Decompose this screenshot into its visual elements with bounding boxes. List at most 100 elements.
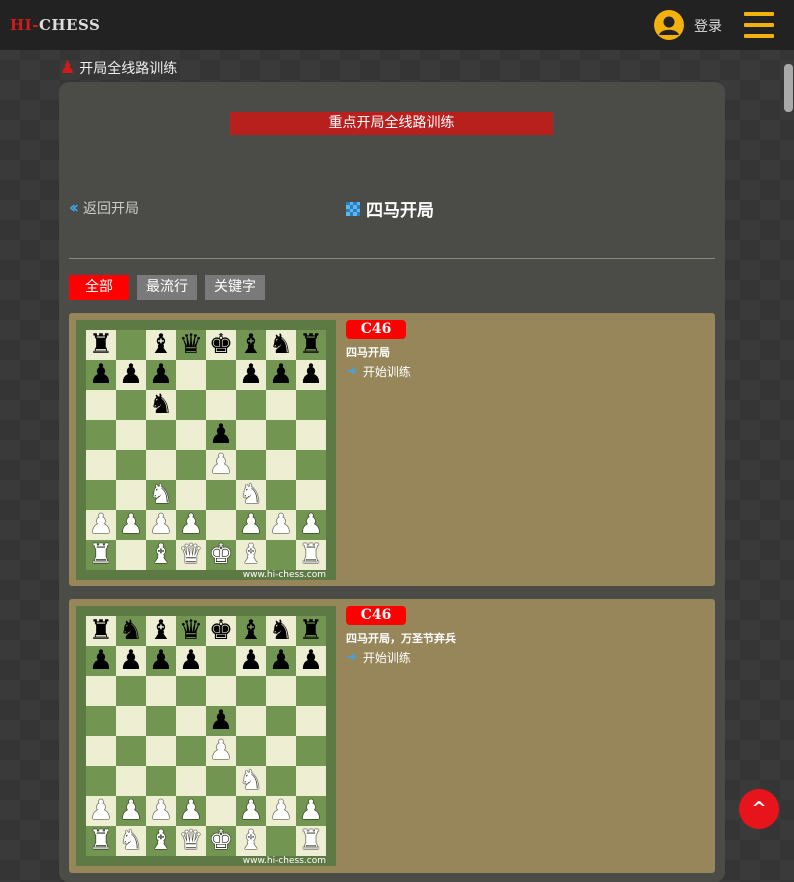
white-king-icon[interactable]: ♚ bbox=[209, 826, 233, 856]
white-knight-icon[interactable]: ♞ bbox=[239, 766, 263, 796]
board-square[interactable] bbox=[146, 676, 176, 706]
board-square[interactable] bbox=[176, 390, 206, 420]
white-pawn-icon[interactable]: ♟ bbox=[89, 510, 113, 540]
black-rook-icon[interactable]: ♜ bbox=[89, 330, 113, 360]
board-square[interactable] bbox=[116, 766, 146, 796]
board-square[interactable] bbox=[146, 736, 176, 766]
board-square[interactable]: ♟ bbox=[236, 360, 266, 390]
board-square[interactable]: ♟ bbox=[236, 646, 266, 676]
board-square[interactable]: ♜ bbox=[296, 616, 326, 646]
white-bishop-icon[interactable]: ♝ bbox=[149, 540, 173, 570]
board-square[interactable]: ♟ bbox=[146, 510, 176, 540]
black-pawn-icon[interactable]: ♟ bbox=[299, 360, 323, 390]
white-bishop-icon[interactable]: ♝ bbox=[149, 826, 173, 856]
white-queen-icon[interactable]: ♛ bbox=[179, 826, 203, 856]
board-square[interactable] bbox=[266, 390, 296, 420]
board-square[interactable]: ♟ bbox=[116, 360, 146, 390]
board-square[interactable]: ♟ bbox=[146, 646, 176, 676]
black-queen-icon[interactable]: ♛ bbox=[179, 616, 203, 646]
black-knight-icon[interactable]: ♞ bbox=[119, 616, 143, 646]
board-square[interactable] bbox=[176, 676, 206, 706]
board-square[interactable] bbox=[206, 646, 236, 676]
board-square[interactable]: ♞ bbox=[116, 616, 146, 646]
black-rook-icon[interactable]: ♜ bbox=[89, 616, 113, 646]
filter-tab-popular[interactable]: 最流行 bbox=[137, 275, 197, 300]
black-knight-icon[interactable]: ♞ bbox=[149, 390, 173, 420]
black-queen-icon[interactable]: ♛ bbox=[179, 330, 203, 360]
black-bishop-icon[interactable]: ♝ bbox=[149, 330, 173, 360]
board-square[interactable] bbox=[116, 540, 146, 570]
board-square[interactable] bbox=[296, 390, 326, 420]
black-bishop-icon[interactable]: ♝ bbox=[239, 330, 263, 360]
black-rook-icon[interactable]: ♜ bbox=[299, 330, 323, 360]
board-square[interactable] bbox=[176, 420, 206, 450]
board-square[interactable]: ♟ bbox=[116, 510, 146, 540]
board-square[interactable]: ♞ bbox=[146, 390, 176, 420]
white-pawn-icon[interactable]: ♟ bbox=[179, 796, 203, 826]
board-square[interactable]: ♜ bbox=[296, 330, 326, 360]
board-square[interactable]: ♟ bbox=[176, 796, 206, 826]
board-square[interactable]: ♟ bbox=[206, 450, 236, 480]
board-square[interactable] bbox=[146, 766, 176, 796]
board-square[interactable] bbox=[116, 480, 146, 510]
filter-tab-all[interactable]: 全部 bbox=[69, 275, 129, 300]
board-square[interactable]: ♟ bbox=[176, 510, 206, 540]
black-king-icon[interactable]: ♚ bbox=[209, 330, 233, 360]
board-square[interactable]: ♞ bbox=[236, 480, 266, 510]
board-square[interactable] bbox=[86, 390, 116, 420]
board-square[interactable]: ♝ bbox=[236, 616, 266, 646]
board-square[interactable]: ♟ bbox=[296, 796, 326, 826]
board-square[interactable] bbox=[206, 390, 236, 420]
board-square[interactable]: ♟ bbox=[116, 646, 146, 676]
start-training-link[interactable]: ➜ 开始训练 bbox=[346, 363, 411, 380]
board-square[interactable]: ♜ bbox=[296, 540, 326, 570]
board-square[interactable] bbox=[296, 736, 326, 766]
board-square[interactable]: ♜ bbox=[86, 616, 116, 646]
white-pawn-icon[interactable]: ♟ bbox=[239, 510, 263, 540]
board-square[interactable] bbox=[86, 676, 116, 706]
back-to-openings-link[interactable]: ‹‹ 返回开局 bbox=[69, 198, 139, 218]
board-square[interactable] bbox=[296, 676, 326, 706]
board-square[interactable] bbox=[266, 420, 296, 450]
board-square[interactable]: ♟ bbox=[206, 420, 236, 450]
black-pawn-icon[interactable]: ♟ bbox=[209, 706, 233, 736]
board-square[interactable]: ♚ bbox=[206, 330, 236, 360]
white-knight-icon[interactable]: ♞ bbox=[149, 480, 173, 510]
board-square[interactable] bbox=[266, 826, 296, 856]
board-square[interactable]: ♟ bbox=[206, 706, 236, 736]
board-square[interactable] bbox=[296, 420, 326, 450]
board-square[interactable] bbox=[116, 390, 146, 420]
white-knight-icon[interactable]: ♞ bbox=[119, 826, 143, 856]
black-bishop-icon[interactable]: ♝ bbox=[239, 616, 263, 646]
board-square[interactable] bbox=[296, 766, 326, 796]
white-pawn-icon[interactable]: ♟ bbox=[179, 510, 203, 540]
training-banner-button[interactable]: 重点开局全线路训练 bbox=[230, 112, 553, 135]
board-square[interactable]: ♟ bbox=[266, 796, 296, 826]
white-rook-icon[interactable]: ♜ bbox=[89, 826, 113, 856]
board-square[interactable] bbox=[266, 676, 296, 706]
board-square[interactable] bbox=[206, 676, 236, 706]
board-square[interactable] bbox=[146, 706, 176, 736]
black-pawn-icon[interactable]: ♟ bbox=[119, 646, 143, 676]
black-pawn-icon[interactable]: ♟ bbox=[209, 420, 233, 450]
board-square[interactable]: ♛ bbox=[176, 540, 206, 570]
board-square[interactable]: ♟ bbox=[206, 736, 236, 766]
board-square[interactable]: ♟ bbox=[176, 646, 206, 676]
board-square[interactable] bbox=[266, 706, 296, 736]
board-square[interactable] bbox=[176, 450, 206, 480]
board-square[interactable]: ♝ bbox=[146, 616, 176, 646]
board-square[interactable]: ♟ bbox=[296, 510, 326, 540]
white-bishop-icon[interactable]: ♝ bbox=[239, 540, 263, 570]
board-square[interactable] bbox=[206, 480, 236, 510]
board-square[interactable] bbox=[176, 480, 206, 510]
board-square[interactable] bbox=[206, 796, 236, 826]
board-square[interactable] bbox=[176, 736, 206, 766]
black-king-icon[interactable]: ♚ bbox=[209, 616, 233, 646]
board-square[interactable]: ♟ bbox=[86, 796, 116, 826]
board-square[interactable] bbox=[266, 540, 296, 570]
white-pawn-icon[interactable]: ♟ bbox=[299, 796, 323, 826]
opening-card[interactable]: ♜ ♝ ♛ ♚ ♝ ♞ ♜ ♟ ♟ ♟ ♟ ♟ ♟ ♞ ♟ ♟ ♞ ♞ ♟ ♟ ♟ ♟ ♟ ♟ ♟ ♜ ♝ ♛ ♚ ♝ ♜ www.hi-c… bbox=[69, 313, 715, 586]
board-square[interactable] bbox=[296, 480, 326, 510]
black-pawn-icon[interactable]: ♟ bbox=[149, 360, 173, 390]
board-square[interactable] bbox=[86, 766, 116, 796]
